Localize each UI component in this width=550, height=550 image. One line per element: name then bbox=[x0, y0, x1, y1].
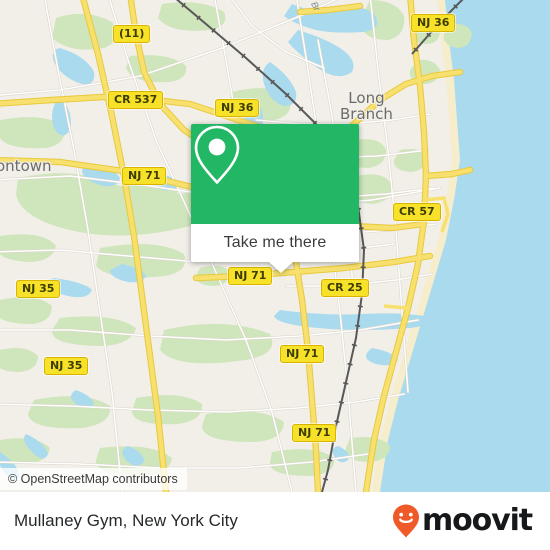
card-action-area[interactable]: Take me there bbox=[191, 224, 359, 273]
moovit-map-screenshot: Long Branch ontown Br (11) NJ 36 CR 537 … bbox=[0, 0, 550, 550]
road-shield: NJ 71 bbox=[228, 267, 273, 285]
road-shield: NJ 71 bbox=[292, 424, 337, 442]
road-shield: NJ 36 bbox=[215, 99, 260, 117]
take-me-there-label: Take me there bbox=[223, 234, 327, 251]
footer-bar: Mullaney Gym, New York City moovit bbox=[0, 492, 550, 550]
road-shield: NJ 36 bbox=[411, 14, 456, 32]
page-title: Mullaney Gym, New York City bbox=[14, 511, 238, 530]
road-shield: CR 25 bbox=[321, 279, 369, 297]
road-shield: CR 537 bbox=[108, 91, 164, 109]
card-pin-area bbox=[191, 124, 359, 224]
map-pin-icon bbox=[194, 125, 240, 184]
map-canvas[interactable]: Long Branch ontown Br (11) NJ 36 CR 537 … bbox=[0, 0, 550, 492]
road-shield: NJ 35 bbox=[16, 280, 61, 298]
moovit-wordmark: moovit bbox=[421, 503, 533, 538]
road-shield: (11) bbox=[113, 25, 151, 43]
attribution-text: © OpenStreetMap contributors bbox=[8, 472, 178, 486]
road-shield: NJ 35 bbox=[44, 357, 89, 375]
road-shield: CR 57 bbox=[393, 203, 441, 221]
moovit-logo[interactable]: moovit bbox=[391, 503, 533, 539]
road-shield: NJ 71 bbox=[122, 167, 167, 185]
map-attribution[interactable]: © OpenStreetMap contributors bbox=[0, 468, 187, 490]
moovit-pin-smiley-icon bbox=[392, 504, 419, 538]
road-shield: NJ 71 bbox=[280, 345, 325, 363]
take-me-there-card[interactable]: Take me there bbox=[191, 124, 359, 273]
card-pointer-tail bbox=[269, 262, 293, 273]
